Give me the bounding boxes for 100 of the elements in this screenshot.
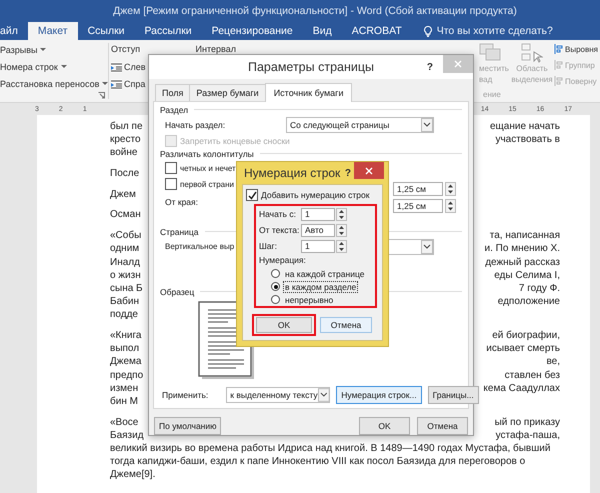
text-fragment: измен: [110, 382, 138, 395]
ribbon-tab[interactable]: Ссылки: [78, 22, 135, 40]
section-heading: Страница: [160, 226, 199, 236]
ribbon-tab[interactable]: Рассылки: [134, 22, 202, 40]
selection-pane-icon: [521, 43, 543, 63]
ok-button[interactable]: OK: [256, 317, 312, 333]
text-fragment: сына Б: [110, 282, 143, 296]
text-fragment: предпо: [110, 368, 144, 382]
group-label: ение: [483, 89, 501, 100]
radio-button[interactable]: [271, 295, 280, 304]
ok-button[interactable]: OK: [359, 417, 410, 435]
dialog-tab[interactable]: Размер бумаги: [189, 84, 266, 101]
field-label: От края:: [164, 197, 200, 207]
chevron-down-icon: [421, 118, 433, 132]
chevron-down-icon: [421, 240, 433, 254]
text-fragment: Джем: [110, 188, 136, 201]
text-fragment: бин М: [110, 394, 138, 408]
help-button[interactable]: ?: [344, 168, 351, 178]
margin-input[interactable]: 1,25 см: [393, 182, 443, 196]
ribbon-dropdown[interactable]: Номера строк: [0, 61, 67, 73]
close-icon: [454, 60, 462, 68]
checkbox-label: четных и нечет: [180, 164, 236, 172]
ribbon-dropdown[interactable]: Разрывы: [0, 44, 46, 56]
text-fragment: «Собы: [110, 229, 142, 242]
text-fragment: ставлен без: [504, 368, 560, 382]
tell-me-field[interactable]: Что вы хотите сделать?: [412, 22, 553, 40]
field-label: Начать раздел:: [165, 120, 226, 130]
spinner-icon[interactable]: [445, 182, 456, 196]
text-line: тогда капиджи-баши, ездил к папе Иннокентию VIII как посол Баязида для переговоров о: [110, 455, 526, 468]
field-label: От текста:: [259, 225, 300, 235]
indent-field[interactable]: Спра: [111, 78, 146, 90]
ribbon-dropdown[interactable]: Расстановка переносов: [0, 78, 108, 90]
number-input[interactable]: Авто: [301, 224, 335, 236]
dialog-launcher-icon[interactable]: [98, 92, 105, 99]
spinner-icon[interactable]: [336, 240, 347, 252]
text-fragment: участвовать в: [495, 133, 560, 146]
text-line: великий визирь во времена работы Идриса над книгой. В 1489—1490 годах Мустафа, бывший: [110, 442, 550, 456]
spinner-icon[interactable]: [336, 224, 347, 236]
help-button[interactable]: ?: [426, 62, 433, 72]
spinner-icon[interactable]: [336, 208, 347, 220]
layers-icon: [479, 43, 501, 61]
apply-to-dropdown[interactable]: к выделенному тексту: [226, 386, 330, 402]
checkbox[interactable]: [165, 162, 177, 174]
default-button[interactable]: По умолчанию: [154, 417, 222, 435]
text-fragment: Иналд: [110, 256, 140, 269]
section-start-dropdown[interactable]: Со следующей страницы: [286, 116, 434, 132]
align-icon: [554, 60, 563, 70]
ribbon-tab[interactable]: ACROBAT: [342, 22, 412, 40]
text-fragment: кема Саадуллах: [483, 382, 560, 395]
field-label: Применить:: [162, 390, 208, 400]
ribbon-tab[interactable]: айл: [0, 22, 28, 40]
indent-icon: [111, 62, 122, 72]
radio-button[interactable]: [271, 282, 280, 291]
text-fragment: был пе: [110, 120, 143, 134]
text-fragment: выпол: [110, 342, 140, 356]
text-fragment: дежный рассказ: [485, 256, 560, 269]
number-input[interactable]: 1: [301, 240, 335, 252]
text-fragment: кресто: [110, 133, 141, 146]
text-fragment: «Восе: [110, 416, 138, 429]
text-fragment: Джема: [110, 355, 142, 368]
field-label: Начать с:: [259, 209, 297, 219]
text-fragment: 7 году Ф.: [518, 282, 560, 296]
checkbox[interactable]: [246, 189, 258, 201]
line-numbers-button[interactable]: Нумерация строк...: [336, 386, 422, 404]
text-fragment: устафа-паша,: [496, 428, 560, 442]
cancel-button[interactable]: Отмена: [320, 317, 372, 333]
dialog-tab[interactable]: Источник бумаги: [264, 83, 352, 102]
margin-input[interactable]: 1,25 см: [393, 199, 443, 213]
ribbon-button[interactable]: Выровня: [554, 43, 598, 55]
number-input[interactable]: 1: [301, 208, 335, 220]
caret-icon: [102, 82, 108, 86]
ribbon-tab[interactable]: Вид: [302, 22, 342, 40]
checkbox-label: первой страни: [180, 180, 234, 188]
group-heading: Отступ: [111, 44, 142, 56]
caret-icon: [60, 65, 67, 69]
spinner-icon[interactable]: [445, 199, 456, 213]
section-heading: Различать колонтитулы: [160, 148, 254, 158]
chevron-down-icon: [318, 388, 330, 402]
ribbon-tab[interactable]: Рецензирование: [202, 22, 303, 40]
text-fragment: та, написанная: [490, 229, 560, 242]
field-label: Шаг:: [259, 241, 278, 251]
cancel-button[interactable]: Отмена: [417, 417, 468, 435]
checkbox[interactable]: [165, 178, 177, 190]
align-icon: [554, 76, 563, 86]
text-fragment: войне: [110, 146, 138, 160]
text-fragment: подде: [110, 308, 138, 322]
dialog-tab[interactable]: Поля: [155, 84, 190, 101]
radio-label: в каждом разделе: [283, 280, 358, 292]
lightbulb-icon: [424, 26, 432, 36]
close-button[interactable]: [354, 162, 384, 179]
text-fragment: ей биографии,: [492, 328, 560, 342]
text-fragment: исывает смерть: [486, 342, 560, 356]
indent-field[interactable]: Слев: [111, 61, 146, 73]
borders-button[interactable]: Границы...: [428, 386, 479, 404]
radio-button[interactable]: [271, 269, 280, 278]
ribbon-tab[interactable]: Макет: [28, 22, 78, 40]
caret-icon: [40, 48, 46, 52]
dialog-title: Нумерация строк: [243, 166, 340, 180]
text-fragment: едположение: [498, 295, 560, 308]
text-fragment: После: [110, 167, 140, 180]
